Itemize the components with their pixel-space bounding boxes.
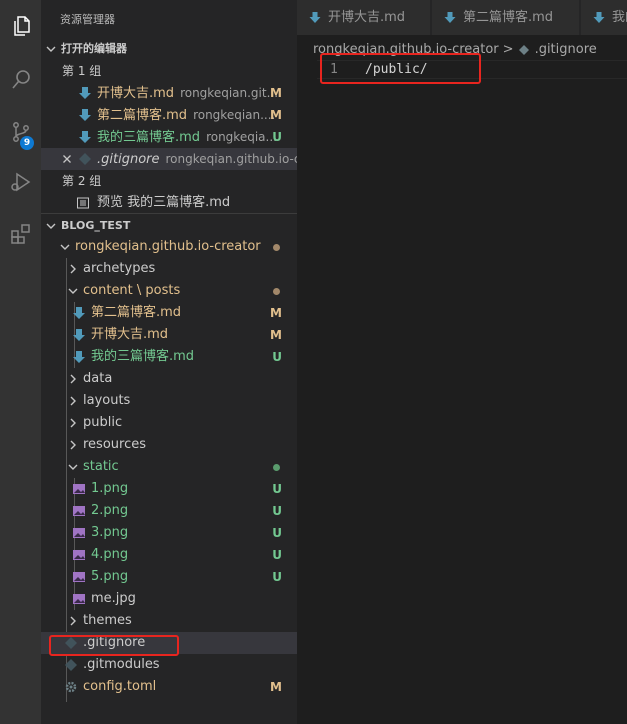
chevron-down-icon (58, 236, 72, 258)
markdown-file-icon (78, 108, 92, 122)
source-control-badge: 9 (20, 136, 34, 150)
annotation-box (49, 635, 179, 656)
open-editor-item[interactable]: 我的三篇博客.md rongkeqia... U (41, 126, 297, 148)
image-file-icon (72, 482, 86, 496)
workspace-header[interactable]: BLOG_TEST (41, 215, 297, 237)
chevron-right-icon (66, 368, 80, 390)
modified-dot (273, 288, 280, 295)
image-file-icon (72, 548, 86, 562)
markdown-file-icon (72, 350, 86, 364)
run-debug-icon[interactable] (0, 160, 41, 204)
files-icon[interactable] (0, 4, 41, 48)
explorer-title: 资源管理器 (60, 13, 115, 26)
markdown-file-icon (72, 328, 86, 342)
tree-file[interactable]: 5.png U (41, 566, 297, 588)
open-editors-header[interactable]: 打开的编辑器 (41, 38, 297, 60)
editor-group-2: 第 2 组 (62, 174, 102, 188)
extensions-icon[interactable] (0, 212, 41, 256)
tree-file[interactable]: 开博大吉.md M (41, 324, 297, 346)
chevron-right-icon (66, 258, 80, 280)
tree-folder-resources[interactable]: resources (41, 434, 297, 456)
chevron-right-icon (66, 390, 80, 412)
markdown-file-icon (309, 12, 321, 23)
tab-second-post[interactable]: 第二篇博客.md (432, 0, 580, 35)
git-status-modified: M (270, 108, 282, 122)
markdown-file-icon (72, 306, 86, 320)
image-file-icon (72, 592, 86, 606)
tree-folder-layouts[interactable]: layouts (41, 390, 297, 412)
image-file-icon (72, 504, 86, 518)
markdown-file-icon (444, 12, 456, 23)
chevron-right-icon (66, 434, 80, 456)
markdown-file-icon (593, 12, 605, 23)
tab-kaibo[interactable]: 开博大吉.md (297, 0, 431, 35)
tree-file[interactable]: me.jpg (41, 588, 297, 610)
chevron-down-icon (44, 38, 58, 60)
editor-area: 开博大吉.md 第二篇博客.md 我的 rongkeqian.github.io… (297, 0, 627, 724)
explorer-sidebar: 资源管理器 打开的编辑器 第 1 组 开博大吉.md rongkeqian.git… (41, 0, 297, 724)
git-file-icon (78, 152, 92, 166)
tree-file[interactable]: 2.png U (41, 500, 297, 522)
image-file-icon (72, 526, 86, 540)
tree-folder-public[interactable]: public (41, 412, 297, 434)
markdown-file-icon (78, 86, 92, 100)
tree-file[interactable]: 1.png U (41, 478, 297, 500)
activity-bar: 9 (0, 0, 41, 724)
tree-file[interactable]: 第二篇博客.md M (41, 302, 297, 324)
tree-folder-root[interactable]: rongkeqian.github.io-creator (41, 236, 297, 258)
git-status-untracked: U (272, 130, 282, 144)
tree-file[interactable]: config.toml M (41, 676, 297, 698)
breadcrumb-separator: > (502, 42, 514, 57)
open-editor-item-active[interactable]: .gitignorerongkeqian.github.io-cre... (41, 148, 297, 170)
chevron-down-icon (66, 280, 80, 302)
tree-file[interactable]: 4.png U (41, 544, 297, 566)
image-file-icon (72, 570, 86, 584)
chevron-right-icon (66, 610, 80, 632)
tree-folder-archetypes[interactable]: archetypes (41, 258, 297, 280)
tree-file[interactable]: .gitmodules (41, 654, 297, 676)
git-status-modified: M (270, 86, 282, 100)
close-icon[interactable] (60, 148, 74, 170)
tree-file[interactable]: 我的三篇博客.md U (41, 346, 297, 368)
search-icon[interactable] (0, 58, 41, 102)
tab-third-post[interactable]: 我的 (581, 0, 627, 35)
git-file-icon (64, 658, 78, 672)
open-editor-item[interactable]: 开博大吉.md rongkeqian.git... M (41, 82, 297, 104)
gear-icon (64, 680, 78, 694)
markdown-file-icon (78, 130, 92, 144)
tree-folder-static[interactable]: static (41, 456, 297, 478)
open-editor-item[interactable]: 第二篇博客.md rongkeqian.... M (41, 104, 297, 126)
tree-folder-content-posts[interactable]: content \ posts (41, 280, 297, 302)
preview-icon (76, 196, 90, 210)
source-control-icon[interactable]: 9 (0, 110, 41, 154)
chevron-right-icon (66, 412, 80, 434)
untracked-dot (273, 464, 280, 471)
tree-folder-data[interactable]: data (41, 368, 297, 390)
tab-bar: 开博大吉.md 第二篇博客.md 我的 (297, 0, 627, 35)
git-file-icon (518, 45, 529, 55)
chevron-down-icon (66, 456, 80, 478)
modified-dot (273, 244, 280, 251)
editor-group-1: 第 1 组 (62, 64, 102, 78)
chevron-down-icon (44, 215, 58, 237)
tree-folder-themes[interactable]: themes (41, 610, 297, 632)
annotation-box (320, 53, 481, 84)
tree-file[interactable]: 3.png U (41, 522, 297, 544)
breadcrumb-file[interactable]: .gitignore (535, 40, 597, 60)
open-editor-preview-item[interactable]: 预览 我的三篇博客.md (41, 192, 297, 214)
section-divider (41, 213, 297, 214)
